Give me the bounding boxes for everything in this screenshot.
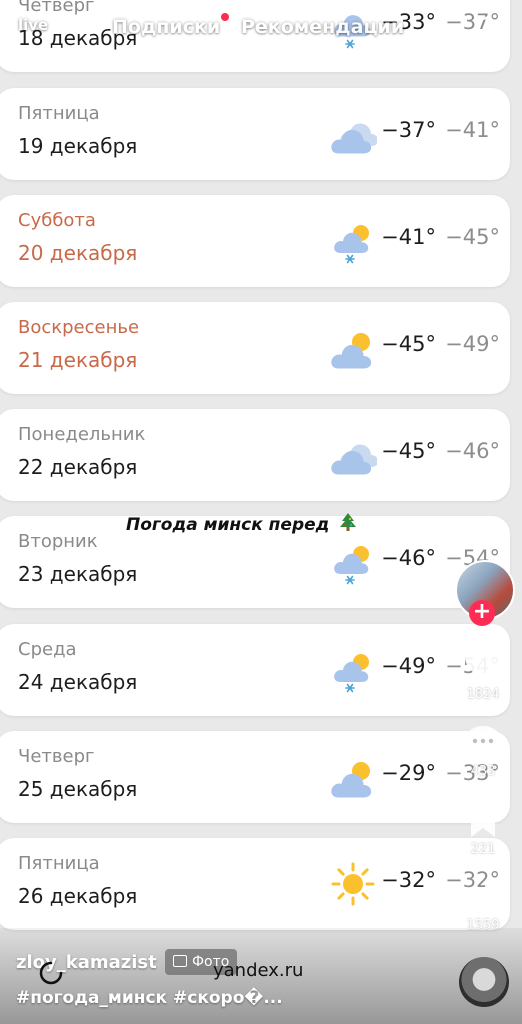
source-watermark: yandex.ru — [213, 960, 304, 981]
sun-icon — [331, 862, 375, 906]
date-label: 26 декабря — [18, 884, 138, 908]
day-temperature: −45° — [381, 332, 436, 356]
day-temperature: −37° — [381, 118, 436, 142]
bookmark-icon[interactable] — [468, 803, 498, 839]
heart-icon[interactable] — [463, 646, 503, 684]
forecast-day-card[interactable]: Суббота 20 декабря −41° −45° — [0, 195, 510, 287]
weekday-label: Суббота — [18, 210, 96, 231]
overlay-caption-text: Погода минск перед — [126, 515, 330, 535]
weekday-label: Понедельник — [18, 424, 146, 445]
weekday-label: Вторник — [18, 531, 98, 552]
forecast-day-card[interactable]: Четверг 25 декабря −29° −33° — [0, 731, 510, 823]
tab-following[interactable]: Подписки — [112, 16, 220, 38]
day-temperature: −49° — [381, 654, 436, 678]
weekday-label: Воскресенье — [18, 317, 140, 338]
forecast-day-card[interactable]: Воскресенье 21 декабря −45° −49° — [0, 302, 510, 394]
weekday-label: Пятница — [18, 103, 100, 124]
likes-count: 1824 — [466, 687, 500, 702]
share-icon[interactable] — [463, 880, 503, 916]
day-temperature: −32° — [381, 868, 436, 892]
date-label: 19 декабря — [18, 134, 138, 158]
date-label: 21 декабря — [18, 348, 138, 372]
music-disc[interactable] — [459, 957, 509, 1007]
day-temperature: −46° — [381, 546, 436, 570]
comments-count: 433 — [470, 764, 496, 779]
tab-recommended[interactable]: Рекомендации — [241, 16, 404, 38]
top-navigation: live Подписки Рекомендации — [0, 0, 522, 60]
day-temperature: −45° — [381, 439, 436, 463]
weekday-label: Среда — [18, 639, 77, 660]
date-label: 22 декабря — [18, 455, 138, 479]
day-temperature: −29° — [381, 761, 436, 785]
active-tab-indicator — [309, 50, 341, 53]
partly-cloudy-snow-icon — [334, 225, 369, 264]
night-temperature: −41° — [445, 118, 500, 142]
partly-cloudy-icon — [331, 762, 372, 798]
post-hashtags[interactable]: #погода_минск #скоро�... — [16, 988, 283, 1008]
new-content-dot — [221, 13, 229, 21]
loading-spinner-icon — [39, 961, 63, 985]
follow-plus-button[interactable]: + — [469, 600, 495, 626]
date-label: 25 декабря — [18, 777, 138, 801]
search-icon[interactable] — [474, 14, 502, 42]
tiktok-photo-post: Четверг 18 декабря −33° −37° Пятница 19 дека… — [0, 0, 522, 1024]
partly-cloudy-snow-icon — [334, 546, 369, 585]
overlay-caption: Погода минск перед — [126, 512, 357, 535]
night-temperature: −46° — [445, 439, 500, 463]
favorites-count: 221 — [470, 842, 496, 857]
forecast-day-card[interactable]: Пятница 26 декабря −32° −32° — [0, 838, 510, 930]
partly-cloudy-snow-icon — [334, 654, 369, 693]
partly-cloudy-icon — [331, 333, 372, 369]
weekday-label: Четверг — [18, 746, 95, 767]
comment-icon[interactable] — [463, 724, 503, 762]
cloudy-icon — [331, 123, 377, 154]
forecast-day-card[interactable]: Понедельник 22 декабря −45° −46° — [0, 409, 510, 501]
forecast-day-card[interactable]: Пятница 19 декабря −37° −41° — [0, 88, 510, 180]
day-temperature: −41° — [381, 225, 436, 249]
cloudy-icon — [331, 444, 377, 475]
date-label: 20 декабря — [18, 241, 138, 265]
date-label: 24 декабря — [18, 670, 138, 694]
weekday-label: Пятница — [18, 853, 100, 874]
photo-icon — [173, 955, 187, 967]
night-temperature: −45° — [445, 225, 500, 249]
christmas-tree-icon — [340, 513, 357, 531]
night-temperature: −49° — [445, 332, 500, 356]
live-button[interactable]: live — [18, 16, 48, 34]
forecast-day-card[interactable]: Среда24 декабря −49°−54° — [0, 624, 510, 716]
date-label: 23 декабря — [18, 562, 138, 586]
